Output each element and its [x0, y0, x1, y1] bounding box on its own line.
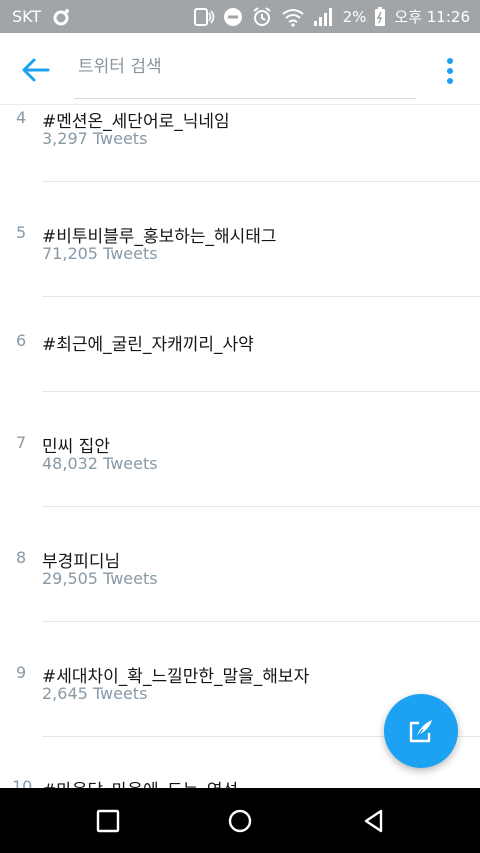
wifi-icon: [281, 7, 305, 27]
trend-item[interactable]: 8 부경피디님 29,505 Tweets: [0, 507, 480, 622]
trend-rank: 5: [16, 223, 27, 242]
do-not-disturb-icon: [223, 7, 243, 27]
circle-icon: [228, 809, 252, 833]
square-icon: [96, 809, 120, 833]
triangle-back-icon: [364, 809, 383, 833]
trend-name: #마음닭_마음에_드는_영석: [42, 776, 238, 788]
battery-icon: [374, 6, 386, 27]
trend-rank: 4: [16, 108, 27, 127]
more-vert-icon: [447, 58, 453, 84]
status-bar: SKT 2% 오후 11:26: [0, 0, 480, 33]
search-header: [0, 33, 480, 105]
trend-rank: 7: [16, 433, 27, 452]
trend-tweet-count: 48,032 Tweets: [42, 454, 158, 473]
ring-icon: [51, 7, 71, 27]
trend-name: #최근에_굴린_자캐끼리_사약: [42, 335, 254, 355]
trends-list: 4 #멘션온_세단어로_닉네임 3,297 Tweets 5 #비투비블루_홍보…: [0, 106, 480, 788]
home-button[interactable]: [227, 808, 253, 834]
compose-tweet-button[interactable]: [384, 694, 458, 768]
trend-item[interactable]: 7 민씨 집안 48,032 Tweets: [0, 392, 480, 507]
clock: 오후 11:26: [394, 8, 470, 26]
trend-item[interactable]: 6 #최근에_굴린_자캐끼리_사약: [0, 297, 480, 392]
trend-item[interactable]: 4 #멘션온_세단어로_닉네임 3,297 Tweets: [0, 106, 480, 182]
recents-button[interactable]: [95, 808, 121, 834]
system-nav-bar: [0, 788, 480, 853]
search-field: [74, 47, 416, 99]
back-nav-button[interactable]: [361, 808, 387, 834]
more-options-button[interactable]: [440, 55, 460, 87]
compose-tweet-icon: [409, 720, 432, 743]
trend-tweet-count: 71,205 Tweets: [42, 244, 158, 263]
trend-rank: 10: [12, 777, 33, 788]
nfc-icon: [193, 7, 215, 27]
trend-rank: 6: [16, 331, 27, 350]
alarm-clock-icon: [251, 6, 273, 28]
trend-rank: 9: [16, 663, 27, 682]
trend-tweet-count: 29,505 Tweets: [42, 569, 158, 588]
signal-icon: [313, 7, 335, 27]
arrow-left-icon: [22, 58, 50, 82]
trend-item[interactable]: 5 #비투비블루_홍보하는_해시태그 71,205 Tweets: [0, 182, 480, 297]
search-input[interactable]: [74, 47, 416, 87]
carrier-label: SKT: [12, 7, 42, 26]
battery-percent: 2%: [342, 7, 367, 26]
trend-rank: 8: [16, 548, 27, 567]
trend-tweet-count: 2,645 Tweets: [42, 684, 148, 703]
trend-tweet-count: 3,297 Tweets: [42, 129, 148, 148]
back-button[interactable]: [20, 55, 54, 85]
